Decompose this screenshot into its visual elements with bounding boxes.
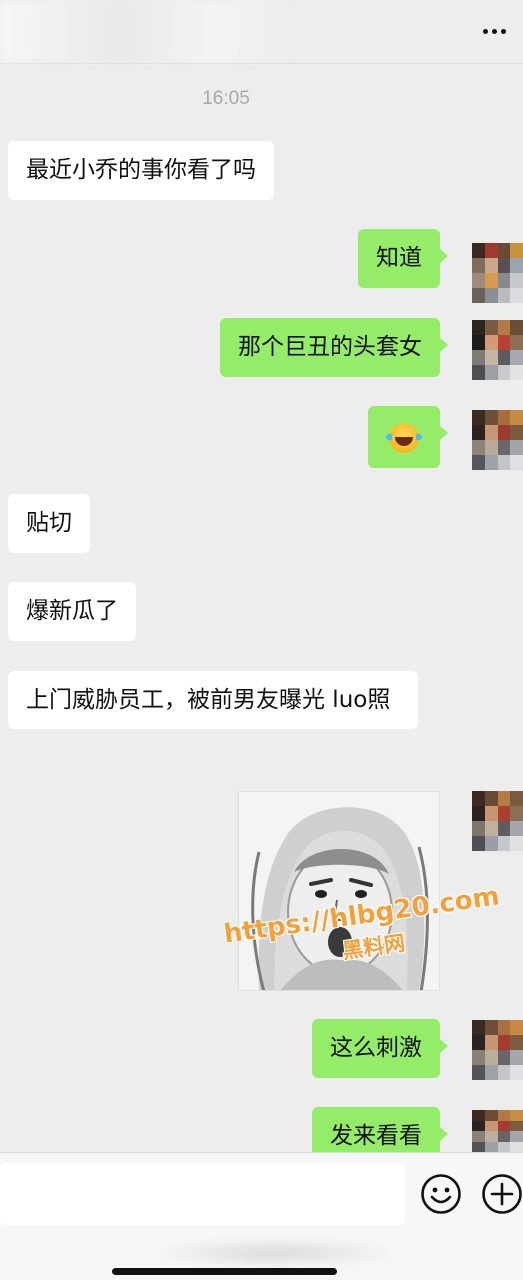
input-bar: [0, 1152, 523, 1280]
message-input[interactable]: [0, 1163, 405, 1225]
avatar[interactable]: [472, 410, 523, 470]
avatar[interactable]: [472, 243, 523, 303]
smiley-icon[interactable]: [420, 1173, 462, 1215]
contact-name-blurred: [0, 0, 300, 62]
avatar[interactable]: [472, 320, 523, 380]
message-bubble-incoming[interactable]: 最近小乔的事你看了吗: [8, 141, 274, 200]
message-bubble-incoming[interactable]: 贴切: [8, 494, 90, 553]
message-bubble-outgoing[interactable]: 这么刺激: [312, 1019, 448, 1078]
avatar[interactable]: [472, 1020, 523, 1080]
message-bubble-incoming[interactable]: 上门威胁员工，被前男友曝光 luo照: [8, 671, 418, 729]
message-bubble-outgoing[interactable]: [368, 406, 448, 468]
more-dots-icon[interactable]: [479, 18, 509, 44]
message-bubble-outgoing[interactable]: 那个巨丑的头套女: [220, 318, 448, 377]
plus-icon[interactable]: [481, 1173, 523, 1215]
avatar[interactable]: [472, 791, 523, 851]
laughing-tears-emoji-icon: [386, 422, 422, 453]
keyboard-hint-blur: [150, 1238, 400, 1268]
avatar[interactable]: [472, 1110, 523, 1152]
message-bubble-incoming[interactable]: 爆新瓜了: [8, 582, 136, 641]
message-bubble-outgoing[interactable]: 知道: [358, 229, 448, 288]
home-indicator[interactable]: [112, 1268, 337, 1275]
chat-header: [0, 0, 523, 64]
message-timestamp: 16:05: [202, 88, 250, 109]
